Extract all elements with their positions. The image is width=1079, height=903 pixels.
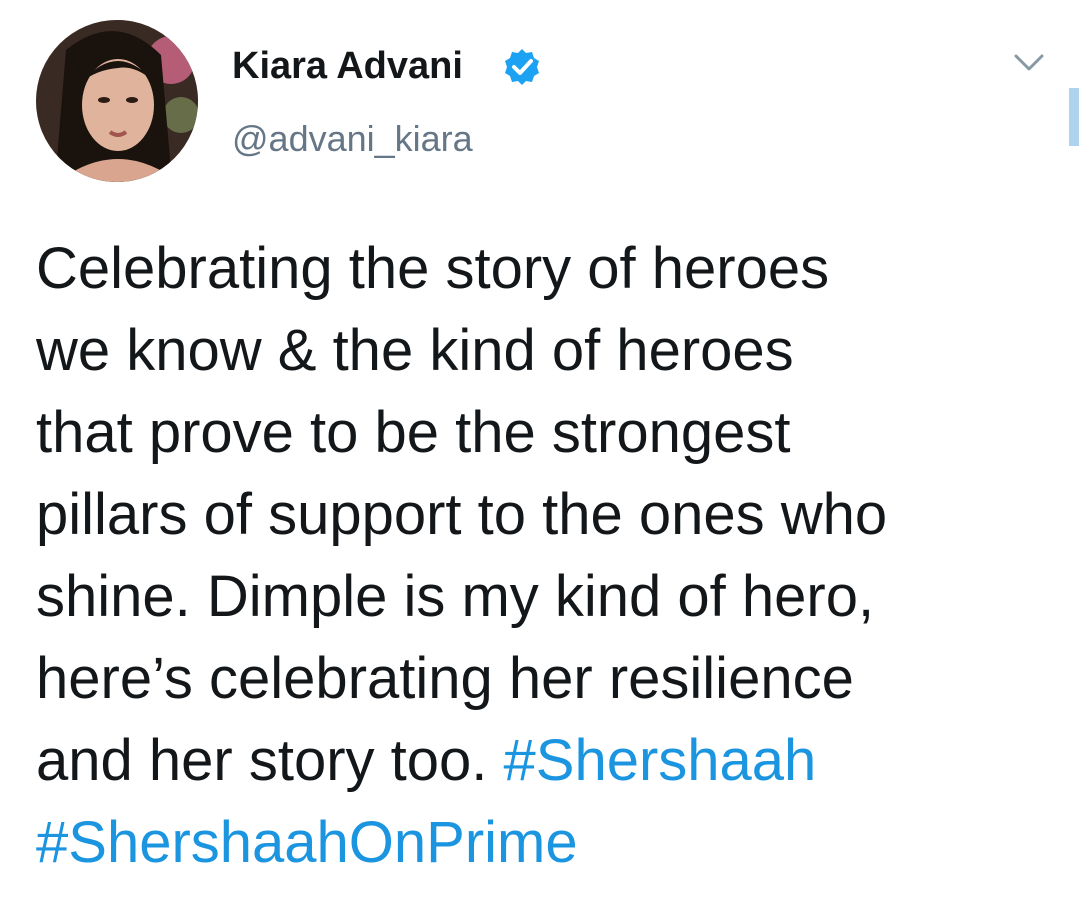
chevron-down-icon[interactable] xyxy=(1013,50,1045,76)
tweet-line-text: and her story too. xyxy=(36,728,488,793)
tweet-line: that prove to be the strongest xyxy=(36,400,791,465)
hashtag-link[interactable]: #Shershaah xyxy=(504,728,817,793)
author-handle[interactable]: @advani_kiara xyxy=(232,114,473,164)
side-edge-indicator xyxy=(1069,88,1079,146)
author-display-name[interactable]: Kiara Advani xyxy=(232,41,463,91)
tweet-line: here’s celebrating her resilience xyxy=(36,646,854,711)
tweet-line: Celebrating the story of heroes xyxy=(36,236,830,301)
tweet-line: we know & the kind of heroes xyxy=(36,318,794,383)
tweet-text: Celebrating the story of heroes we know … xyxy=(36,228,1046,884)
profile-photo-icon xyxy=(36,20,198,182)
tweet-line: pillars of support to the ones who xyxy=(36,482,888,547)
hashtag-link[interactable]: #ShershaahOnPrime xyxy=(36,802,1046,884)
tweet-line-with-hashtag: and her story too. #Shershaah xyxy=(36,720,1046,802)
tweet-line: shine. Dimple is my kind of hero, xyxy=(36,564,875,629)
avatar[interactable] xyxy=(36,20,198,182)
verified-badge-icon xyxy=(505,49,539,85)
